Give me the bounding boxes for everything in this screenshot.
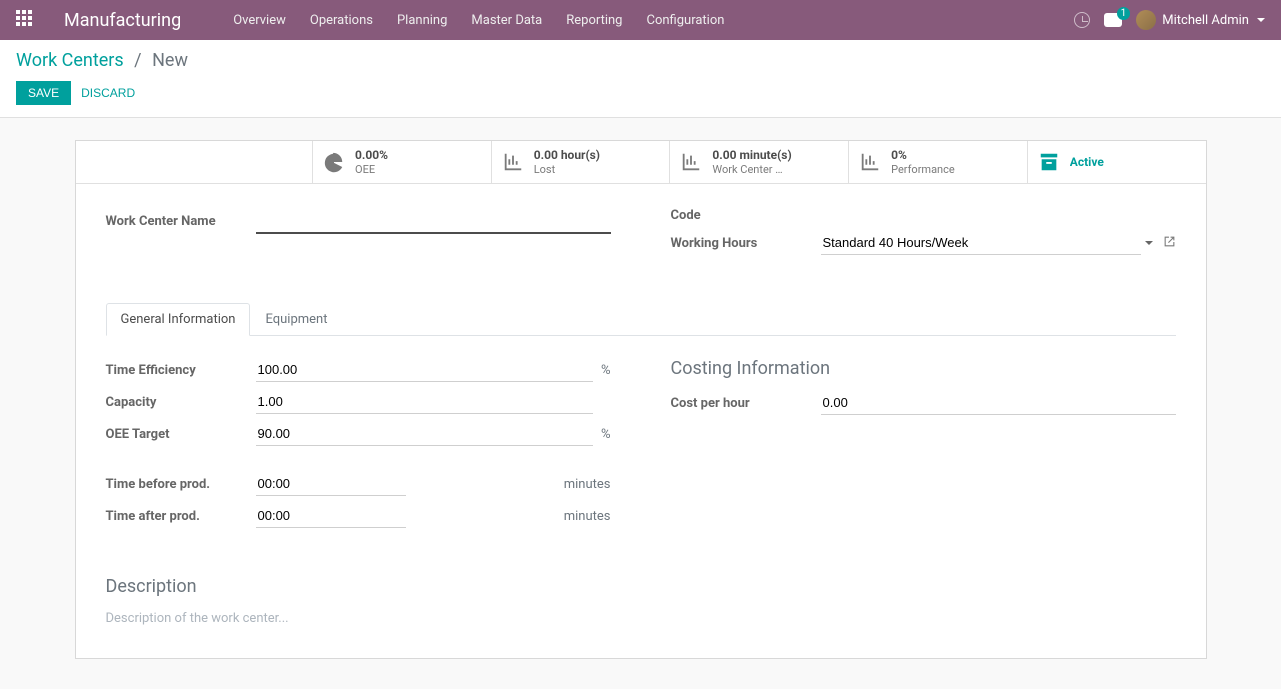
control-panel: Work Centers / New SAVE DISCARD <box>0 40 1281 118</box>
oee-target-label: OEE Target <box>106 427 256 442</box>
bar-chart-icon <box>859 151 881 173</box>
stat-load-label: Work Center … <box>712 163 791 176</box>
stat-active-value: Active <box>1070 155 1104 169</box>
cost-per-hour-input[interactable] <box>821 391 1176 415</box>
stat-performance-value: 0% <box>891 148 955 162</box>
description-title: Description <box>106 576 1176 597</box>
stat-oee-label: OEE <box>355 163 388 176</box>
breadcrumb-parent[interactable]: Work Centers <box>16 50 124 71</box>
topbar-right: 1 Mitchell Admin <box>1074 10 1265 30</box>
user-name: Mitchell Admin <box>1162 13 1249 28</box>
activities-icon[interactable] <box>1074 12 1090 28</box>
capacity-input[interactable] <box>256 390 593 414</box>
avatar <box>1136 10 1156 30</box>
time-efficiency-suffix: % <box>601 363 611 378</box>
menu-reporting[interactable]: Reporting <box>554 0 634 40</box>
dropdown-caret-icon[interactable] <box>1145 241 1153 245</box>
cp-buttons: SAVE DISCARD <box>16 81 1265 105</box>
topbar: Manufacturing Overview Operations Planni… <box>0 0 1281 40</box>
discard-button[interactable]: DISCARD <box>81 86 135 100</box>
oee-target-input[interactable] <box>256 422 593 446</box>
caret-down-icon <box>1257 18 1265 22</box>
working-hours-label: Working Hours <box>671 236 821 251</box>
apps-icon[interactable] <box>16 10 36 30</box>
stat-lost-value: 0.00 hour(s) <box>534 148 600 162</box>
work-center-name-input[interactable] <box>256 208 611 234</box>
tabs: General Information Equipment <box>106 303 1176 336</box>
time-after-label: Time after prod. <box>106 509 256 524</box>
working-hours-input[interactable] <box>821 231 1141 255</box>
stat-load-value: 0.00 minute(s) <box>712 148 791 162</box>
user-menu[interactable]: Mitchell Admin <box>1136 10 1265 30</box>
stat-performance[interactable]: 0% Performance <box>848 141 1027 183</box>
time-after-input[interactable] <box>256 504 406 528</box>
form-sheet: 0.00% OEE 0.00 hour(s) Lost 0.00 minute(… <box>75 140 1207 659</box>
tab-equipment[interactable]: Equipment <box>250 303 342 336</box>
external-link-icon[interactable] <box>1163 235 1176 252</box>
stat-load[interactable]: 0.00 minute(s) Work Center … <box>669 141 848 183</box>
cost-per-hour-label: Cost per hour <box>671 396 821 411</box>
time-before-suffix: minutes <box>564 477 611 492</box>
work-center-name-label: Work Center Name <box>106 214 256 229</box>
breadcrumb: Work Centers / New <box>16 50 1265 71</box>
bar-chart-icon <box>680 151 702 173</box>
bar-chart-icon <box>502 151 524 173</box>
oee-target-suffix: % <box>601 427 611 442</box>
stat-lost[interactable]: 0.00 hour(s) Lost <box>491 141 670 183</box>
app-title: Manufacturing <box>64 10 181 31</box>
breadcrumb-sep: / <box>134 50 141 71</box>
description-input[interactable]: Description of the work center... <box>106 609 1176 628</box>
form-body: Work Center Name Code Working Hours <box>76 184 1206 658</box>
chat-badge: 1 <box>1117 7 1131 20</box>
menu-planning[interactable]: Planning <box>385 0 459 40</box>
menu-operations[interactable]: Operations <box>298 0 385 40</box>
top-menu: Overview Operations Planning Master Data… <box>221 0 736 40</box>
costing-title: Costing Information <box>671 358 1176 379</box>
form-area: 0.00% OEE 0.00 hour(s) Lost 0.00 minute(… <box>0 140 1281 689</box>
time-before-label: Time before prod. <box>106 477 256 492</box>
archive-icon <box>1038 151 1060 173</box>
tab-content-general: Time Efficiency % Capacity % OEE Target <box>106 336 1176 628</box>
stat-buttons: 0.00% OEE 0.00 hour(s) Lost 0.00 minute(… <box>76 141 1206 184</box>
breadcrumb-current: New <box>152 50 188 71</box>
time-after-suffix: minutes <box>564 509 611 524</box>
capacity-label: Capacity <box>106 395 256 410</box>
time-efficiency-label: Time Efficiency <box>106 363 256 378</box>
menu-configuration[interactable]: Configuration <box>634 0 736 40</box>
time-before-input[interactable] <box>256 472 406 496</box>
messaging-icon[interactable]: 1 <box>1104 13 1122 27</box>
stat-oee-value: 0.00% <box>355 148 388 162</box>
menu-overview[interactable]: Overview <box>221 0 298 40</box>
stat-active[interactable]: Active <box>1027 141 1206 183</box>
tab-general-information[interactable]: General Information <box>106 303 251 336</box>
stat-oee[interactable]: 0.00% OEE <box>312 141 491 183</box>
stat-performance-label: Performance <box>891 163 955 176</box>
save-button[interactable]: SAVE <box>16 81 71 105</box>
menu-master-data[interactable]: Master Data <box>459 0 554 40</box>
code-label: Code <box>671 208 821 223</box>
pie-chart-icon <box>323 151 345 173</box>
stat-lost-label: Lost <box>534 163 600 176</box>
time-efficiency-input[interactable] <box>256 358 593 382</box>
